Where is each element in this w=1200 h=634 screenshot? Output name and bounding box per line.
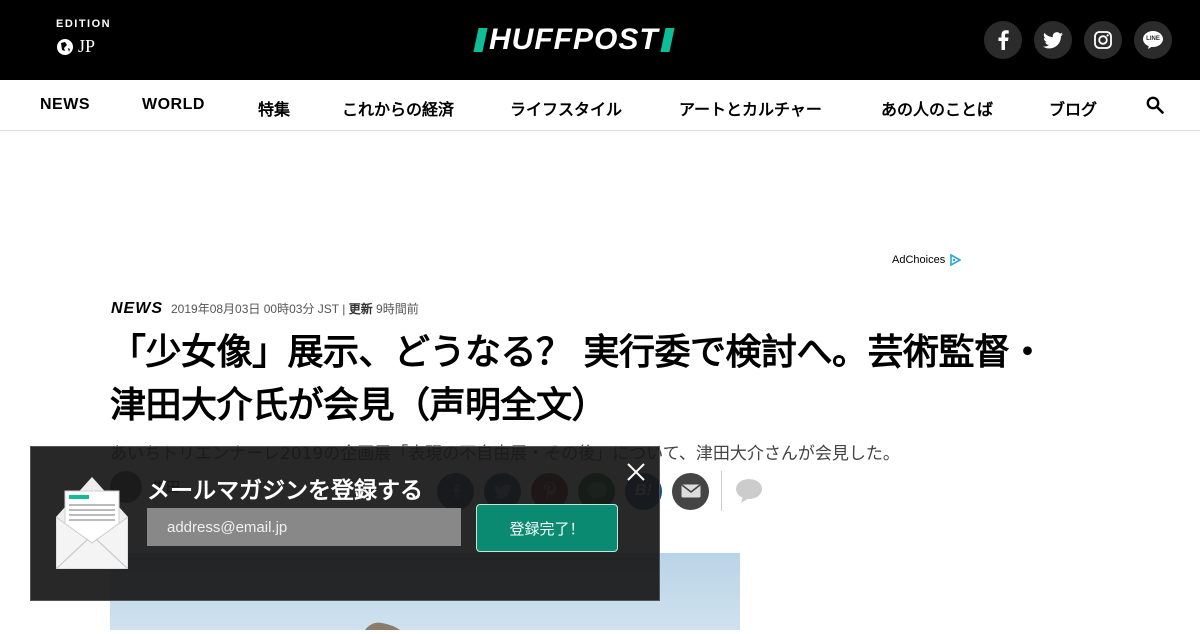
meta-separator: | [342, 302, 346, 316]
envelope-icon [56, 477, 128, 569]
subscribe-button[interactable]: 登録完了！ [476, 504, 618, 552]
line-icon[interactable]: LINE [1134, 21, 1172, 59]
article-category[interactable]: NEWS [111, 300, 163, 318]
instagram-icon[interactable] [1084, 21, 1122, 59]
logo-text: HUFFPOST [489, 23, 659, 56]
nav-item-features[interactable]: 特集 [258, 96, 290, 120]
nav-item-art-culture[interactable]: アートとカルチャー [679, 96, 822, 120]
globe-icon [57, 38, 73, 55]
facebook-icon[interactable] [984, 21, 1022, 59]
line-label: LINE [1146, 36, 1160, 42]
adchoices-icon [950, 254, 962, 266]
twitter-icon[interactable] [1034, 21, 1072, 59]
adchoices-label: AdChoices [892, 254, 946, 266]
nav-item-voices[interactable]: あの人のことば [881, 96, 993, 120]
comment-icon[interactable] [734, 473, 764, 510]
edition-value: JP [78, 36, 96, 56]
nav-item-news[interactable]: NEWS [40, 96, 90, 114]
nav-item-economy[interactable]: これからの経済 [342, 96, 454, 120]
share-divider [721, 471, 722, 511]
adchoices-link[interactable]: AdChoices [892, 254, 962, 266]
article-title: 「少女像」展示、どうなる？ 実行委で検討へ。芸術監督・津田大介氏が会見（声明全文… [110, 332, 1046, 426]
updated-label: 更新 [348, 302, 373, 316]
published-date: 2019年08月03日 00時03分 JST [171, 302, 339, 316]
updated-value: 9時間前 [376, 302, 419, 316]
huffpost-logo[interactable]: HUFFPOST [473, 23, 675, 56]
search-icon[interactable] [1146, 96, 1164, 118]
newsletter-title: メールマガジンを登録する [147, 478, 423, 504]
social-links: LINE [984, 21, 1172, 59]
email-field[interactable] [147, 508, 461, 546]
email-icon[interactable] [672, 472, 709, 510]
close-icon[interactable] [625, 461, 647, 483]
nav-item-lifestyle[interactable]: ライフスタイル [510, 96, 622, 120]
article-meta: NEWS 2019年08月03日 00時03分 JST | 更新 9時間前 [111, 300, 419, 318]
main-nav: NEWS WORLD 特集 これからの経済 ライフスタイル アートとカルチャー … [0, 80, 1200, 131]
edition-label: EDITION [56, 18, 112, 30]
nav-item-blog[interactable]: ブログ [1049, 96, 1097, 120]
logo-bar-right [660, 28, 675, 52]
nav-item-world[interactable]: WORLD [142, 96, 205, 114]
top-header: EDITION JP HUFFPOST LINE [0, 0, 1200, 80]
newsletter-popup: メールマガジンを登録する 登録完了！ [30, 446, 660, 601]
edition-selector[interactable]: EDITION JP [56, 18, 111, 57]
logo-bar-left [473, 28, 488, 52]
